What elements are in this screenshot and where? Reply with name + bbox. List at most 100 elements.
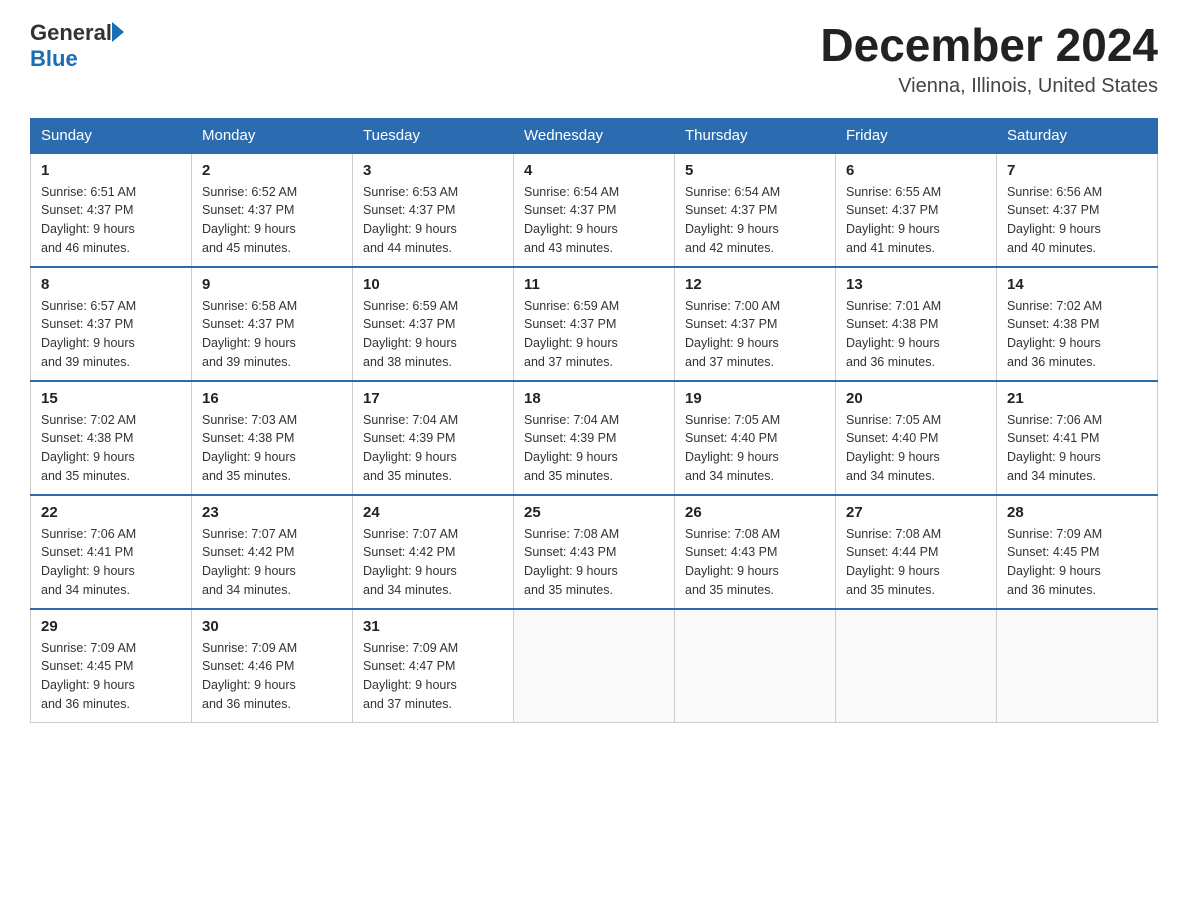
day-info: Sunrise: 6:53 AMSunset: 4:37 PMDaylight:… — [363, 183, 503, 258]
day-number: 2 — [202, 162, 342, 179]
calendar-cell: 12Sunrise: 7:00 AMSunset: 4:37 PMDayligh… — [675, 267, 836, 381]
header-tuesday: Tuesday — [353, 118, 514, 153]
calendar-cell: 28 Sunrise: 7:09 AMSunset: 4:45 PMDayligh… — [997, 495, 1158, 609]
calendar-cell: 11 Sunrise: 6:59 AMSunset: 4:37 PMDayligh… — [514, 267, 675, 381]
day-number: 8 — [41, 276, 181, 293]
calendar-week-row: 15 Sunrise: 7:02 AMSunset: 4:38 PMDayligh… — [31, 381, 1158, 495]
day-number: 23 — [202, 504, 342, 521]
day-info: Sunrise: 6:57 AMSunset: 4:37 PMDaylight:… — [41, 297, 181, 372]
calendar-cell — [997, 609, 1158, 723]
calendar-cell: 2 Sunrise: 6:52 AMSunset: 4:37 PMDaylight… — [192, 153, 353, 267]
calendar-cell: 29Sunrise: 7:09 AMSunset: 4:45 PMDayligh… — [31, 609, 192, 723]
day-number: 19 — [685, 390, 825, 407]
calendar-cell: 5Sunrise: 6:54 AMSunset: 4:37 PMDaylight… — [675, 153, 836, 267]
day-info: Sunrise: 7:01 AMSunset: 4:38 PMDaylight:… — [846, 297, 986, 372]
calendar-cell: 22Sunrise: 7:06 AMSunset: 4:41 PMDayligh… — [31, 495, 192, 609]
calendar-cell: 1 Sunrise: 6:51 AMSunset: 4:37 PMDaylight… — [31, 153, 192, 267]
day-number: 15 — [41, 390, 181, 407]
day-info: Sunrise: 7:08 AMSunset: 4:43 PMDaylight:… — [524, 525, 664, 600]
logo: General Blue — [30, 20, 124, 72]
day-number: 3 — [363, 162, 503, 179]
day-number: 11 — [524, 276, 664, 293]
day-number: 9 — [202, 276, 342, 293]
day-info: Sunrise: 7:09 AMSunset: 4:46 PMDaylight:… — [202, 639, 342, 714]
calendar-cell: 8 Sunrise: 6:57 AMSunset: 4:37 PMDaylight… — [31, 267, 192, 381]
day-info: Sunrise: 7:04 AMSunset: 4:39 PMDaylight:… — [363, 411, 503, 486]
calendar-cell: 15 Sunrise: 7:02 AMSunset: 4:38 PMDayligh… — [31, 381, 192, 495]
day-info: Sunrise: 7:06 AMSunset: 4:41 PMDaylight:… — [1007, 411, 1147, 486]
calendar-cell: 27 Sunrise: 7:08 AMSunset: 4:44 PMDayligh… — [836, 495, 997, 609]
calendar-cell: 16 Sunrise: 7:03 AMSunset: 4:38 PMDayligh… — [192, 381, 353, 495]
calendar-cell: 18Sunrise: 7:04 AMSunset: 4:39 PMDayligh… — [514, 381, 675, 495]
calendar-cell: 7 Sunrise: 6:56 AMSunset: 4:37 PMDaylight… — [997, 153, 1158, 267]
day-info: Sunrise: 7:07 AMSunset: 4:42 PMDaylight:… — [202, 525, 342, 600]
day-number: 25 — [524, 504, 664, 521]
calendar-cell: 9 Sunrise: 6:58 AMSunset: 4:37 PMDaylight… — [192, 267, 353, 381]
calendar-week-row: 1 Sunrise: 6:51 AMSunset: 4:37 PMDaylight… — [31, 153, 1158, 267]
calendar-header-row: SundayMondayTuesdayWednesdayThursdayFrid… — [31, 118, 1158, 153]
calendar-cell: 24 Sunrise: 7:07 AMSunset: 4:42 PMDayligh… — [353, 495, 514, 609]
calendar-table: SundayMondayTuesdayWednesdayThursdayFrid… — [30, 118, 1158, 723]
calendar-cell: 17Sunrise: 7:04 AMSunset: 4:39 PMDayligh… — [353, 381, 514, 495]
calendar-cell: 30Sunrise: 7:09 AMSunset: 4:46 PMDayligh… — [192, 609, 353, 723]
calendar-cell: 4Sunrise: 6:54 AMSunset: 4:37 PMDaylight… — [514, 153, 675, 267]
calendar-cell: 6 Sunrise: 6:55 AMSunset: 4:37 PMDaylight… — [836, 153, 997, 267]
calendar-cell: 14Sunrise: 7:02 AMSunset: 4:38 PMDayligh… — [997, 267, 1158, 381]
calendar-cell: 26 Sunrise: 7:08 AMSunset: 4:43 PMDayligh… — [675, 495, 836, 609]
day-info: Sunrise: 7:07 AMSunset: 4:42 PMDaylight:… — [363, 525, 503, 600]
calendar-cell — [836, 609, 997, 723]
day-info: Sunrise: 7:08 AMSunset: 4:43 PMDaylight:… — [685, 525, 825, 600]
calendar-week-row: 22Sunrise: 7:06 AMSunset: 4:41 PMDayligh… — [31, 495, 1158, 609]
calendar-week-row: 29Sunrise: 7:09 AMSunset: 4:45 PMDayligh… — [31, 609, 1158, 723]
day-info: Sunrise: 7:09 AMSunset: 4:45 PMDaylight:… — [41, 639, 181, 714]
day-number: 28 — [1007, 504, 1147, 521]
day-number: 6 — [846, 162, 986, 179]
header-saturday: Saturday — [997, 118, 1158, 153]
day-info: Sunrise: 6:59 AMSunset: 4:37 PMDaylight:… — [524, 297, 664, 372]
title-block: December 2024 Vienna, Illinois, United S… — [820, 20, 1158, 98]
logo-arrow-icon — [112, 22, 124, 42]
day-info: Sunrise: 6:55 AMSunset: 4:37 PMDaylight:… — [846, 183, 986, 258]
day-info: Sunrise: 6:58 AMSunset: 4:37 PMDaylight:… — [202, 297, 342, 372]
day-number: 24 — [363, 504, 503, 521]
day-info: Sunrise: 7:03 AMSunset: 4:38 PMDaylight:… — [202, 411, 342, 486]
day-number: 16 — [202, 390, 342, 407]
day-number: 1 — [41, 162, 181, 179]
location-title: Vienna, Illinois, United States — [820, 75, 1158, 98]
day-info: Sunrise: 6:56 AMSunset: 4:37 PMDaylight:… — [1007, 183, 1147, 258]
day-number: 13 — [846, 276, 986, 293]
header-thursday: Thursday — [675, 118, 836, 153]
day-info: Sunrise: 6:54 AMSunset: 4:37 PMDaylight:… — [524, 183, 664, 258]
calendar-cell: 10Sunrise: 6:59 AMSunset: 4:37 PMDayligh… — [353, 267, 514, 381]
day-number: 31 — [363, 618, 503, 635]
day-number: 12 — [685, 276, 825, 293]
day-info: Sunrise: 7:06 AMSunset: 4:41 PMDaylight:… — [41, 525, 181, 600]
day-info: Sunrise: 6:59 AMSunset: 4:37 PMDaylight:… — [363, 297, 503, 372]
header-sunday: Sunday — [31, 118, 192, 153]
day-number: 26 — [685, 504, 825, 521]
day-number: 14 — [1007, 276, 1147, 293]
month-title: December 2024 — [820, 20, 1158, 71]
day-number: 27 — [846, 504, 986, 521]
day-info: Sunrise: 6:51 AMSunset: 4:37 PMDaylight:… — [41, 183, 181, 258]
day-number: 5 — [685, 162, 825, 179]
calendar-week-row: 8 Sunrise: 6:57 AMSunset: 4:37 PMDaylight… — [31, 267, 1158, 381]
calendar-cell: 21 Sunrise: 7:06 AMSunset: 4:41 PMDayligh… — [997, 381, 1158, 495]
calendar-cell: 31 Sunrise: 7:09 AMSunset: 4:47 PMDayligh… — [353, 609, 514, 723]
day-info: Sunrise: 7:09 AMSunset: 4:45 PMDaylight:… — [1007, 525, 1147, 600]
day-info: Sunrise: 7:02 AMSunset: 4:38 PMDaylight:… — [41, 411, 181, 486]
day-info: Sunrise: 7:05 AMSunset: 4:40 PMDaylight:… — [685, 411, 825, 486]
day-number: 7 — [1007, 162, 1147, 179]
day-info: Sunrise: 7:08 AMSunset: 4:44 PMDaylight:… — [846, 525, 986, 600]
page-header: General Blue December 2024 Vienna, Illin… — [30, 20, 1158, 98]
day-number: 20 — [846, 390, 986, 407]
day-info: Sunrise: 7:09 AMSunset: 4:47 PMDaylight:… — [363, 639, 503, 714]
calendar-cell: 25 Sunrise: 7:08 AMSunset: 4:43 PMDayligh… — [514, 495, 675, 609]
day-info: Sunrise: 6:52 AMSunset: 4:37 PMDaylight:… — [202, 183, 342, 258]
calendar-cell: 23 Sunrise: 7:07 AMSunset: 4:42 PMDayligh… — [192, 495, 353, 609]
calendar-cell: 3 Sunrise: 6:53 AMSunset: 4:37 PMDaylight… — [353, 153, 514, 267]
header-wednesday: Wednesday — [514, 118, 675, 153]
day-info: Sunrise: 7:04 AMSunset: 4:39 PMDaylight:… — [524, 411, 664, 486]
calendar-cell — [514, 609, 675, 723]
day-number: 21 — [1007, 390, 1147, 407]
